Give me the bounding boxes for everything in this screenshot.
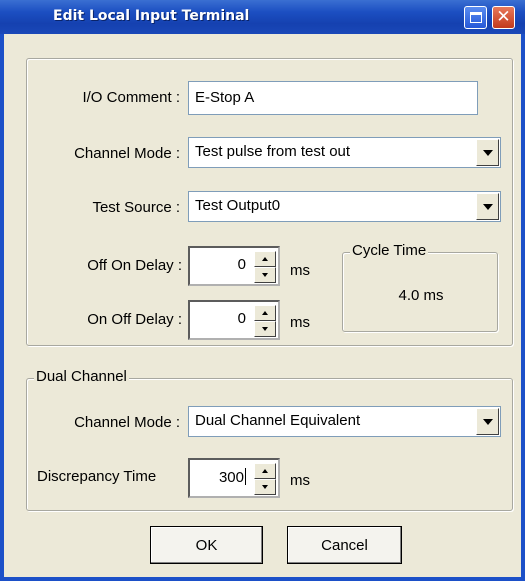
off-on-delay-label: Off On Delay : (87, 257, 182, 274)
cycle-time-caption: Cycle Time (350, 242, 429, 259)
window-title: Edit Local Input Terminal (53, 8, 250, 24)
text-cursor (245, 468, 246, 485)
test-source-select[interactable]: Test Output0 (188, 191, 501, 222)
off-on-delay-spinner[interactable]: 0 (188, 246, 280, 286)
window-frame-bottom (0, 577, 525, 581)
chevron-down-icon (482, 418, 493, 425)
ok-button[interactable]: OK (150, 526, 263, 564)
discrepancy-increment-button[interactable] (254, 463, 276, 479)
maximize-icon (469, 12, 482, 23)
dual-channel-mode-value: Dual Channel Equivalent (195, 412, 361, 429)
off-on-delay-value: 0 (237, 256, 246, 273)
on-off-delay-unit: ms (290, 314, 310, 331)
chevron-down-icon (482, 149, 493, 156)
test-source-value: Test Output0 (195, 197, 281, 214)
off-on-delay-decrement-button[interactable] (254, 267, 276, 283)
on-off-delay-increment-button[interactable] (254, 305, 276, 321)
arrow-up-icon (262, 257, 268, 261)
on-off-delay-label: On Off Delay : (87, 311, 182, 328)
arrow-down-icon (262, 273, 268, 277)
chevron-down-icon (482, 203, 493, 210)
channel-mode-label: Channel Mode : (74, 145, 180, 162)
discrepancy-time-label: Discrepancy Time (37, 468, 157, 485)
on-off-delay-spinner[interactable]: 0 (188, 300, 280, 340)
arrow-down-icon (262, 485, 268, 489)
off-on-delay-unit: ms (290, 262, 310, 279)
arrow-up-icon (262, 311, 268, 315)
cancel-button[interactable]: Cancel (287, 526, 402, 564)
discrepancy-time-spinner[interactable]: 300 (188, 458, 280, 498)
discrepancy-time-value: 300 (218, 469, 244, 486)
test-source-dropdown-button[interactable] (476, 193, 499, 220)
io-comment-label: I/O Comment : (82, 89, 180, 106)
cycle-time-value: 4.0 ms (398, 287, 444, 304)
arrow-up-icon (262, 469, 268, 473)
dialog-window: Edit Local Input Terminal ✕ I/O Comment … (0, 0, 525, 581)
close-button[interactable]: ✕ (492, 6, 515, 29)
window-frame-left (0, 34, 4, 581)
title-bar[interactable]: Edit Local Input Terminal ✕ (0, 0, 525, 34)
dual-channel-mode-select[interactable]: Dual Channel Equivalent (188, 406, 501, 437)
window-frame-right (521, 34, 525, 581)
dual-channel-caption: Dual Channel (34, 368, 129, 385)
on-off-delay-value: 0 (237, 310, 246, 327)
close-icon: ✕ (496, 7, 511, 27)
discrepancy-decrement-button[interactable] (254, 479, 276, 495)
off-on-delay-increment-button[interactable] (254, 251, 276, 267)
io-comment-input[interactable]: E-Stop A (188, 81, 478, 115)
discrepancy-time-unit: ms (290, 472, 310, 489)
maximize-button[interactable] (464, 6, 487, 29)
channel-mode-select[interactable]: Test pulse from test out (188, 137, 501, 168)
on-off-delay-decrement-button[interactable] (254, 321, 276, 337)
test-source-label: Test Source : (92, 199, 180, 216)
arrow-down-icon (262, 327, 268, 331)
dual-channel-mode-label: Channel Mode : (74, 414, 180, 431)
channel-mode-dropdown-button[interactable] (476, 139, 499, 166)
channel-mode-value: Test pulse from test out (195, 143, 351, 160)
dual-channel-mode-dropdown-button[interactable] (476, 408, 499, 435)
